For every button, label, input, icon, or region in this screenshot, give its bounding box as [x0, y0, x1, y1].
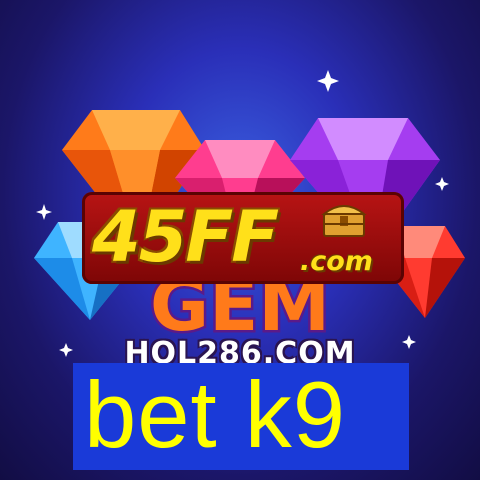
treasure-chest-icon [321, 205, 367, 237]
logo-main-text: 45FF [92, 196, 279, 278]
caption-text: bet k9 [84, 362, 347, 467]
sparkle-icon [36, 204, 52, 220]
sparkle-icon [317, 70, 339, 92]
sparkle-icon [435, 177, 449, 191]
logo-suffix-text: .com [300, 246, 373, 277]
